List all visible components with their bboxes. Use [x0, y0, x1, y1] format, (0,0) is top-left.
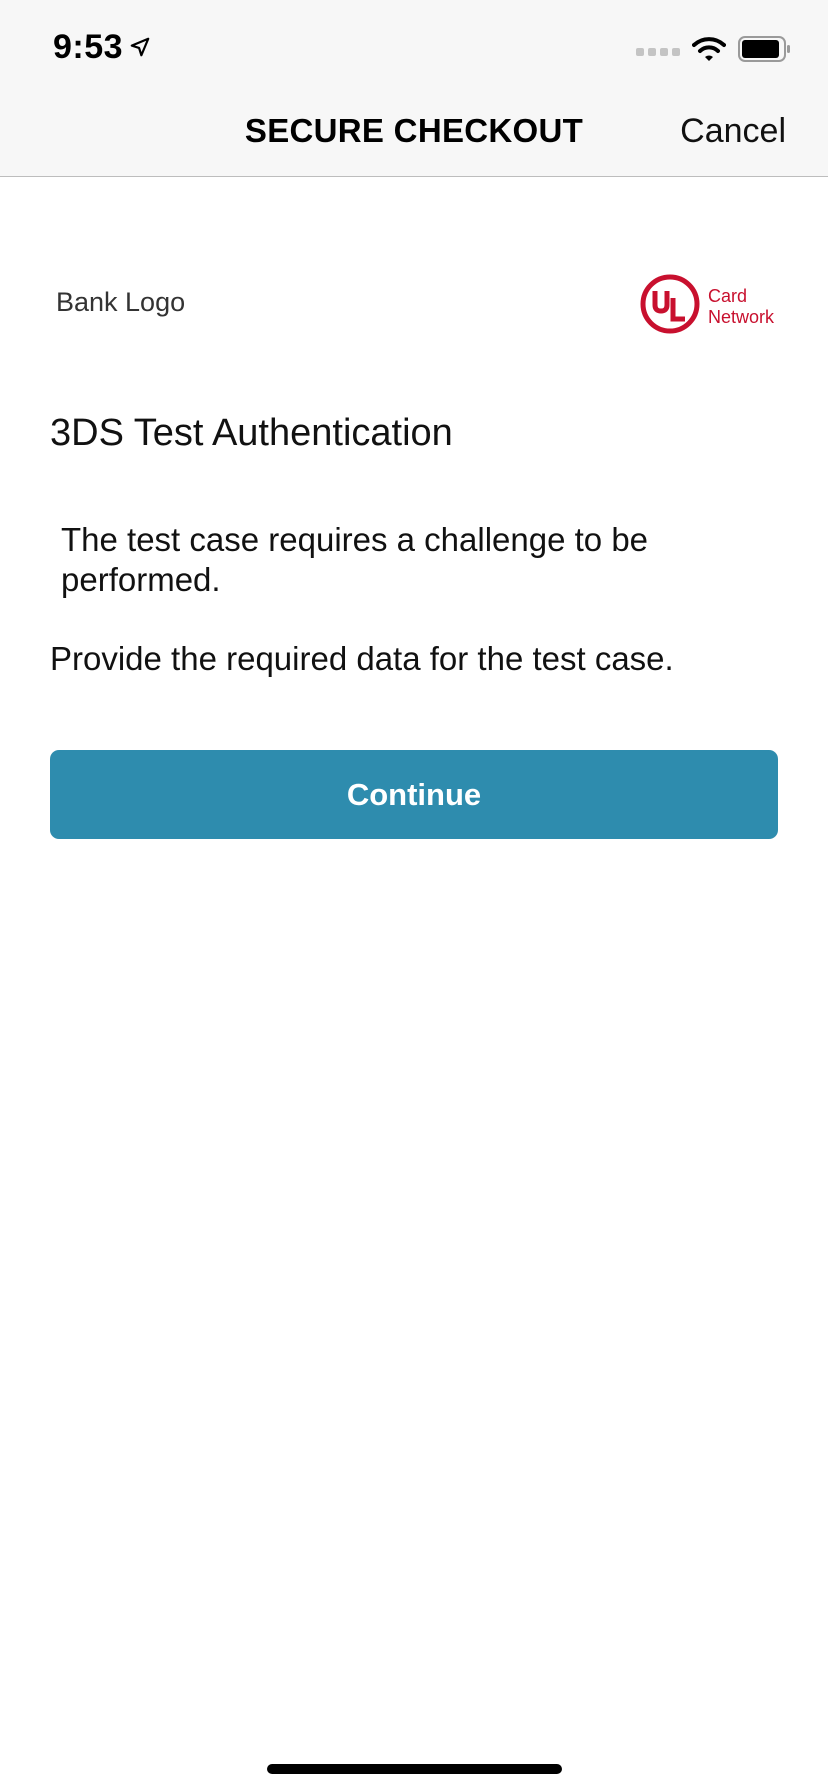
ul-mark-icon [640, 274, 700, 339]
challenge-title: 3DS Test Authentication [50, 412, 453, 454]
status-time: 9:53 [53, 28, 151, 67]
card-network-label: Card Network [708, 286, 774, 328]
wifi-icon [692, 36, 726, 67]
status-indicators [636, 36, 792, 67]
challenge-info-text: The test case requires a challenge to be… [61, 521, 649, 598]
location-arrow-icon [129, 28, 151, 67]
top-bar: 9:53 SECURE CHECKOUT Cancel [0, 0, 828, 177]
cancel-button[interactable]: Cancel [680, 112, 786, 151]
battery-icon [738, 36, 792, 67]
home-indicator[interactable] [267, 1764, 562, 1774]
challenge-prompt: Provide the required data for the test c… [50, 640, 674, 677]
checkout-screen: 9:53 SECURE CHECKOUT Cancel Bank Logo Ca… [0, 0, 828, 1792]
continue-button[interactable]: Continue [50, 750, 778, 839]
status-time-label: 9:53 [53, 28, 124, 66]
card-network-logo: Card Network [640, 274, 774, 339]
cellular-signal-icon [636, 47, 680, 56]
card-network-line1: Card [708, 285, 748, 306]
bank-logo: Bank Logo [56, 287, 186, 317]
card-network-line2: Network [708, 306, 775, 327]
